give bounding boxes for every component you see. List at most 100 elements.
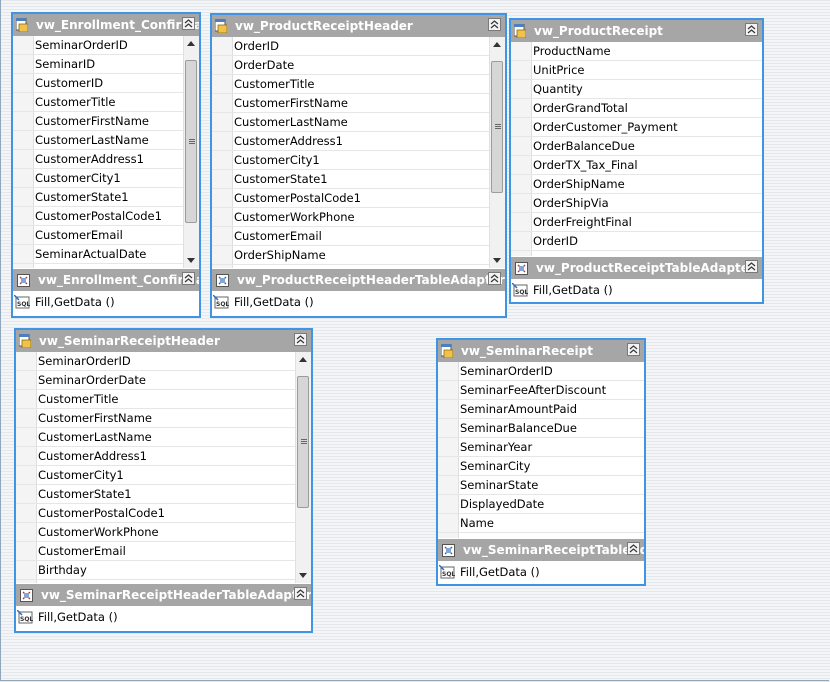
column-row[interactable]: SeminarState: [438, 476, 644, 495]
column-row[interactable]: CustomerCity1: [16, 466, 296, 485]
column-row[interactable]: Name: [438, 514, 644, 533]
column-row[interactable]: SeminarID: [13, 55, 184, 74]
column-row[interactable]: OrderGrandTotal: [511, 99, 762, 118]
column-row[interactable]: OrderID: [212, 37, 490, 56]
column-list[interactable]: OrderID OrderDate CustomerTitle Customer…: [212, 37, 505, 268]
tableadapter-header[interactable]: vw_Enrollment_Confirmat: [13, 268, 199, 291]
column-row[interactable]: SeminarBalanceDue: [438, 419, 644, 438]
collapse-chevron-icon[interactable]: [182, 17, 195, 30]
table-header[interactable]: vw_ProductReceipt: [511, 20, 762, 42]
column-list[interactable]: ProductName UnitPrice Quantity OrderGran…: [511, 42, 762, 256]
collapse-chevron-icon[interactable]: [627, 542, 640, 555]
tableadapter-header[interactable]: vw_ProductReceiptTableAdapter: [511, 256, 762, 279]
collapse-chevron-icon[interactable]: [627, 343, 640, 356]
column-row[interactable]: OrderShipName: [511, 175, 762, 194]
table-vw-enrollment-confirmation[interactable]: vw_Enrollment_Confirmat SeminarOrderID S…: [11, 12, 201, 318]
column-row[interactable]: CustomerTitle: [13, 93, 184, 112]
scroll-up-arrow-icon[interactable]: [187, 41, 195, 46]
table-header[interactable]: vw_SeminarReceiptHeader: [16, 330, 311, 352]
column-row[interactable]: CustomerState1: [212, 170, 490, 189]
collapse-chevron-icon[interactable]: [294, 333, 307, 346]
scroll-up-arrow-icon[interactable]: [299, 357, 307, 362]
scroll-down-arrow-icon[interactable]: [299, 573, 307, 578]
query-row[interactable]: SQL Fill,GetData (): [438, 561, 644, 583]
column-row[interactable]: OrderBalanceDue: [511, 137, 762, 156]
column-row[interactable]: CustomerPostalCode1: [212, 189, 490, 208]
table-header[interactable]: vw_SeminarReceipt: [438, 340, 644, 362]
column-row[interactable]: CustomerAddress1: [13, 150, 184, 169]
scroll-down-arrow-icon[interactable]: [493, 258, 501, 263]
column-row[interactable]: CustomerAddress1: [16, 447, 296, 466]
column-list[interactable]: SeminarOrderID SeminarID CustomerID Cust…: [13, 36, 199, 268]
column-row[interactable]: CustomerPostalCode1: [13, 207, 184, 226]
column-row[interactable]: SeminarYear: [438, 438, 644, 457]
column-row[interactable]: CustomerFirstName: [13, 112, 184, 131]
column-row[interactable]: CustomerWorkPhone: [212, 208, 490, 227]
column-row[interactable]: Birthday: [16, 561, 296, 580]
column-row[interactable]: CustomerAddress1: [212, 132, 490, 151]
column-row[interactable]: SeminarOrderDate: [16, 371, 296, 390]
scroll-down-arrow-icon[interactable]: [187, 258, 195, 263]
column-row[interactable]: DisplayedDate: [438, 495, 644, 514]
column-row[interactable]: CustomerState1: [16, 485, 296, 504]
collapse-chevron-icon[interactable]: [488, 18, 501, 31]
table-vw-productreceipt[interactable]: vw_ProductReceipt ProductName UnitPrice …: [509, 18, 764, 304]
scroll-thumb[interactable]: [185, 60, 197, 224]
column-row[interactable]: OrderShipVia: [511, 194, 762, 213]
column-row[interactable]: SeminarOrderID: [13, 36, 184, 55]
column-row[interactable]: UnitPrice: [511, 61, 762, 80]
column-row[interactable]: CustomerWorkPhone: [16, 523, 296, 542]
table-header[interactable]: vw_Enrollment_Confirmat: [13, 14, 199, 36]
column-row[interactable]: CustomerEmail: [212, 227, 490, 246]
column-row[interactable]: CustomerCity1: [212, 151, 490, 170]
column-row[interactable]: CustomerFirstName: [16, 409, 296, 428]
column-row[interactable]: OrderDate: [212, 56, 490, 75]
tableadapter-header[interactable]: vw_SeminarReceiptHeaderTableAdapter: [16, 583, 311, 606]
column-row[interactable]: OrderShipName: [212, 246, 490, 265]
collapse-chevron-icon[interactable]: [745, 260, 758, 273]
column-list[interactable]: SeminarOrderID SeminarFeeAfterDiscount S…: [438, 362, 644, 538]
table-vw-seminarreceipt[interactable]: vw_SeminarReceipt SeminarOrderID Seminar…: [436, 338, 646, 586]
column-row[interactable]: CustomerEmail: [13, 226, 184, 245]
vertical-scrollbar[interactable]: [489, 37, 505, 268]
column-row[interactable]: CustomerPostalCode1: [16, 504, 296, 523]
query-row[interactable]: SQL Fill,GetData (): [511, 279, 762, 301]
column-row[interactable]: CustomerLastName: [16, 428, 296, 447]
column-row[interactable]: SeminarAmountPaid: [438, 400, 644, 419]
table-vw-seminarreceiptheader[interactable]: vw_SeminarReceiptHeader SeminarOrderID S…: [14, 328, 313, 633]
column-row[interactable]: CustomerLastName: [212, 113, 490, 132]
column-row[interactable]: CustomerState1: [13, 188, 184, 207]
table-header[interactable]: vw_ProductReceiptHeader: [212, 15, 505, 37]
column-row[interactable]: SeminarOrderID: [438, 362, 644, 381]
column-row[interactable]: CustomerFirstName: [212, 94, 490, 113]
query-row[interactable]: SQL Fill,GetData (): [13, 291, 199, 313]
column-row[interactable]: SeminarActualDate: [13, 245, 184, 264]
scroll-thumb[interactable]: [297, 376, 309, 509]
scroll-up-arrow-icon[interactable]: [493, 42, 501, 47]
column-row[interactable]: CustomerCity1: [13, 169, 184, 188]
vertical-scrollbar[interactable]: [183, 36, 199, 268]
tableadapter-header[interactable]: vw_SeminarReceiptTableAda: [438, 538, 644, 561]
collapse-chevron-icon[interactable]: [488, 272, 501, 285]
collapse-chevron-icon[interactable]: [745, 23, 758, 36]
column-row[interactable]: SeminarCity: [438, 457, 644, 476]
column-row[interactable]: SeminarFeeAfterDiscount: [438, 381, 644, 400]
column-row[interactable]: OrderCustomer_Payment: [511, 118, 762, 137]
scroll-thumb[interactable]: [491, 61, 503, 194]
column-list[interactable]: SeminarOrderID SeminarOrderDate Customer…: [16, 352, 311, 583]
column-row[interactable]: CustomerID: [13, 74, 184, 93]
collapse-chevron-icon[interactable]: [294, 587, 307, 600]
query-row[interactable]: SQL Fill,GetData (): [212, 291, 505, 313]
column-row[interactable]: OrderID: [511, 232, 762, 251]
column-row[interactable]: OrderFreightFinal: [511, 213, 762, 232]
column-row[interactable]: CustomerEmail: [16, 542, 296, 561]
query-row[interactable]: SQL Fill,GetData (): [16, 606, 311, 628]
vertical-scrollbar[interactable]: [295, 352, 311, 583]
collapse-chevron-icon[interactable]: [182, 272, 195, 285]
column-row[interactable]: CustomerTitle: [212, 75, 490, 94]
column-row[interactable]: Quantity: [511, 80, 762, 99]
column-row[interactable]: OrderTX_Tax_Final: [511, 156, 762, 175]
tableadapter-header[interactable]: vw_ProductReceiptHeaderTableAdapter: [212, 268, 505, 291]
column-row[interactable]: CustomerLastName: [13, 131, 184, 150]
table-vw-productreceiptheader[interactable]: vw_ProductReceiptHeader OrderID OrderDat…: [210, 13, 507, 318]
